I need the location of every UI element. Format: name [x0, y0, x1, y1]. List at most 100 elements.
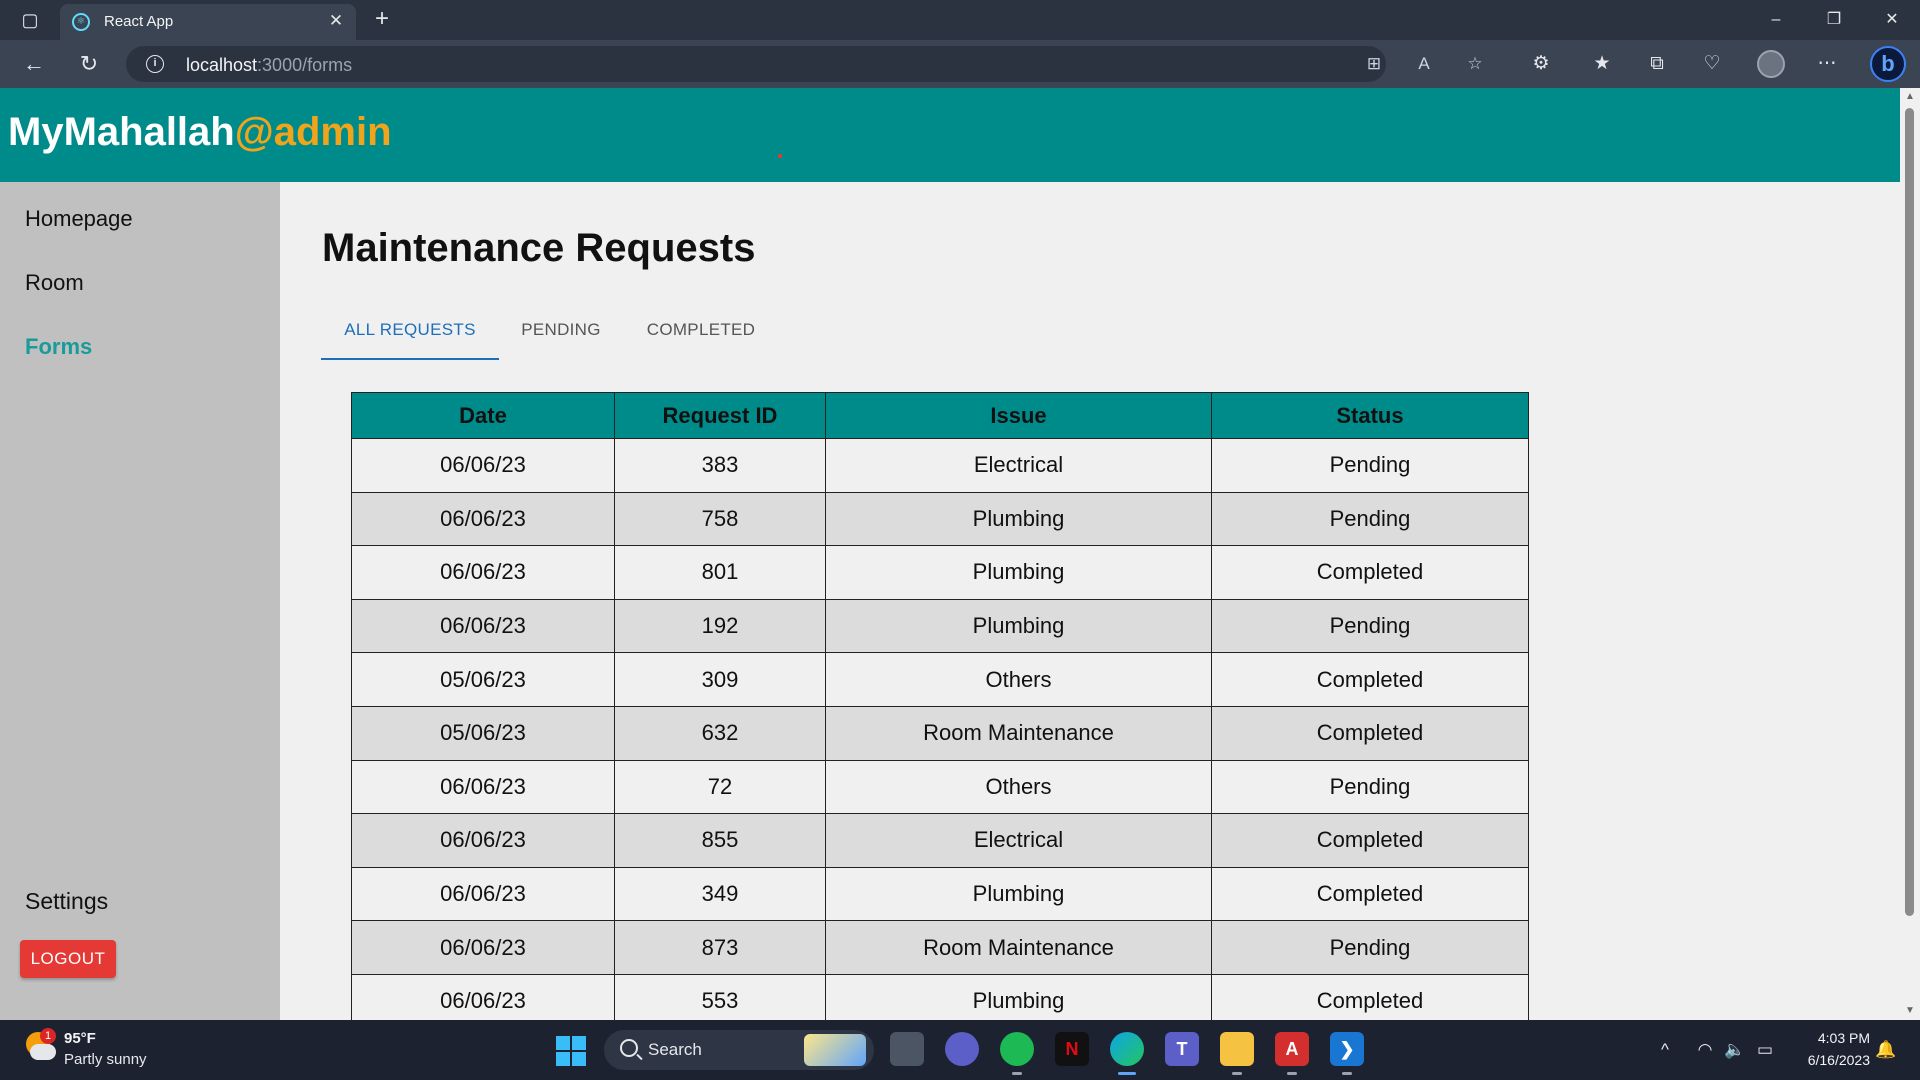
table-row[interactable]: 06/06/23 383 Electrical Pending: [351, 438, 1529, 493]
acrobat-icon[interactable]: A: [1275, 1032, 1309, 1066]
notification-bell-icon[interactable]: 🔔: [1874, 1038, 1898, 1062]
sidebar-item-homepage[interactable]: Homepage: [25, 206, 133, 232]
cell-issue: Electrical: [825, 438, 1212, 493]
tab-pending[interactable]: PENDING: [499, 300, 623, 360]
tab-completed[interactable]: COMPLETED: [623, 300, 779, 360]
table-row[interactable]: 06/06/23 553 Plumbing Completed: [351, 973, 1529, 1020]
table-row[interactable]: 06/06/23 349 Plumbing Completed: [351, 866, 1529, 922]
cell-status: Pending: [1211, 920, 1529, 975]
scrollbar-thumb[interactable]: [1905, 108, 1914, 916]
file-explorer-icon[interactable]: [1220, 1032, 1254, 1066]
profile-avatar[interactable]: [1757, 50, 1785, 78]
cell-issue: Room Maintenance: [825, 705, 1212, 761]
search-icon: [620, 1039, 638, 1057]
request-tabs: ALL REQUESTS PENDING COMPLETED: [321, 300, 781, 364]
column-header-date[interactable]: Date: [351, 392, 615, 439]
restore-button[interactable]: ❐: [1814, 4, 1854, 36]
meet-icon[interactable]: [945, 1032, 979, 1066]
cell-status: Completed: [1211, 652, 1529, 707]
cell-request-id: 349: [614, 866, 826, 922]
table-row[interactable]: 06/06/23 72 Others Pending: [351, 759, 1529, 815]
browser-tab-bar: ▢ ⚛ React App ✕ + – ❐ ✕: [0, 0, 1920, 40]
close-tab-icon[interactable]: ✕: [326, 11, 346, 31]
battery-icon[interactable]: ▭: [1753, 1038, 1777, 1062]
edge-icon[interactable]: [1110, 1032, 1144, 1066]
logout-button[interactable]: LOGOUT: [20, 940, 116, 978]
table-row[interactable]: 06/06/23 801 Plumbing Completed: [351, 545, 1529, 600]
url-path: :3000/forms: [257, 55, 353, 75]
cell-status: Completed: [1211, 813, 1529, 868]
search-label: Search: [648, 1040, 702, 1059]
column-header-status[interactable]: Status: [1211, 392, 1529, 439]
cell-status: Completed: [1211, 705, 1529, 761]
task-view-icon[interactable]: [890, 1032, 924, 1066]
vscode-running-indicator: [1342, 1072, 1352, 1075]
cell-request-id: 309: [614, 652, 826, 707]
info-icon[interactable]: i: [146, 55, 164, 73]
extensions-icon[interactable]: ⚙: [1526, 50, 1556, 78]
minimize-button[interactable]: –: [1756, 4, 1796, 36]
sidebar-item-forms[interactable]: Forms: [25, 334, 92, 360]
column-header-request-id[interactable]: Request ID: [614, 392, 826, 439]
scroll-up-arrow-icon[interactable]: ▲: [1905, 92, 1915, 102]
sidebar-item-room[interactable]: Room: [25, 270, 84, 296]
tab-actions-icon[interactable]: ▢: [18, 8, 42, 32]
favorites-icon[interactable]: ★: [1587, 50, 1617, 78]
close-window-button[interactable]: ✕: [1872, 4, 1912, 36]
netflix-icon[interactable]: N: [1055, 1032, 1089, 1066]
table-row[interactable]: 06/06/23 192 Plumbing Pending: [351, 598, 1529, 654]
cell-date: 06/06/23: [351, 491, 615, 547]
weather-notification-badge: 1: [40, 1028, 56, 1044]
volume-icon[interactable]: 🔈: [1723, 1038, 1747, 1062]
cell-status: Completed: [1211, 866, 1529, 922]
search-highlight-art: [804, 1034, 866, 1066]
table-row[interactable]: 06/06/23 873 Room Maintenance Pending: [351, 920, 1529, 975]
bing-chat-icon[interactable]: b: [1870, 46, 1906, 82]
column-header-issue[interactable]: Issue: [825, 392, 1212, 439]
collections-icon[interactable]: ⧉: [1642, 50, 1672, 78]
teams-icon[interactable]: T: [1165, 1032, 1199, 1066]
spotify-icon[interactable]: [1000, 1032, 1034, 1066]
cell-date: 06/06/23: [351, 920, 615, 975]
cell-date: 06/06/23: [351, 973, 615, 1020]
cell-request-id: 192: [614, 598, 826, 654]
table-row[interactable]: 05/06/23 632 Room Maintenance Completed: [351, 705, 1529, 761]
read-aloud-icon[interactable]: A: [1411, 52, 1437, 76]
new-tab-button[interactable]: +: [368, 6, 396, 34]
app-available-icon[interactable]: ⊞: [1361, 52, 1387, 76]
table-row[interactable]: 06/06/23 855 Electrical Completed: [351, 813, 1529, 868]
back-button[interactable]: ←: [19, 50, 49, 78]
tab-all-requests[interactable]: ALL REQUESTS: [321, 300, 499, 360]
clock-date[interactable]: 6/16/2023: [1786, 1052, 1870, 1068]
weather-description[interactable]: Partly sunny: [64, 1051, 147, 1068]
weather-temperature[interactable]: 95°F: [64, 1030, 96, 1047]
cell-request-id: 553: [614, 973, 826, 1020]
browser-toolbar: ← ↻ i localhost:3000/forms ⊞ A ☆ ⚙ ★ ⧉ ♡…: [0, 40, 1920, 88]
browser-tab[interactable]: ⚛ React App ✕: [60, 4, 356, 40]
cell-status: Pending: [1211, 438, 1529, 493]
wifi-icon[interactable]: ◠: [1693, 1038, 1717, 1062]
table-header-row: Date Request ID Issue Status: [351, 392, 1529, 439]
table-row[interactable]: 06/06/23 758 Plumbing Pending: [351, 491, 1529, 547]
start-button-windows-icon[interactable]: [556, 1036, 586, 1066]
tray-chevron-up-icon[interactable]: ^: [1653, 1038, 1677, 1062]
more-icon[interactable]: ⋯: [1812, 50, 1842, 78]
cell-status: Pending: [1211, 759, 1529, 815]
favorite-star-icon[interactable]: ☆: [1462, 52, 1488, 76]
cell-issue: Others: [825, 759, 1212, 815]
vscode-icon[interactable]: ❯: [1330, 1032, 1364, 1066]
address-bar[interactable]: i localhost:3000/forms ⊞ A ☆: [126, 46, 1483, 82]
page-title: Maintenance Requests: [322, 226, 756, 270]
scroll-down-arrow-icon[interactable]: ▼: [1905, 1006, 1915, 1016]
taskbar-search[interactable]: Search: [604, 1030, 874, 1070]
url-text[interactable]: localhost:3000/forms: [186, 55, 352, 76]
cell-date: 06/06/23: [351, 866, 615, 922]
table-row[interactable]: 05/06/23 309 Others Completed: [351, 652, 1529, 707]
clock-time[interactable]: 4:03 PM: [1796, 1030, 1870, 1046]
browser-essentials-icon[interactable]: ♡: [1697, 50, 1727, 78]
sidebar-item-settings[interactable]: Settings: [25, 888, 108, 915]
cell-status: Completed: [1211, 545, 1529, 600]
edge-active-indicator: [1118, 1072, 1136, 1075]
refresh-button[interactable]: ↻: [74, 50, 104, 78]
cell-issue: Plumbing: [825, 545, 1212, 600]
